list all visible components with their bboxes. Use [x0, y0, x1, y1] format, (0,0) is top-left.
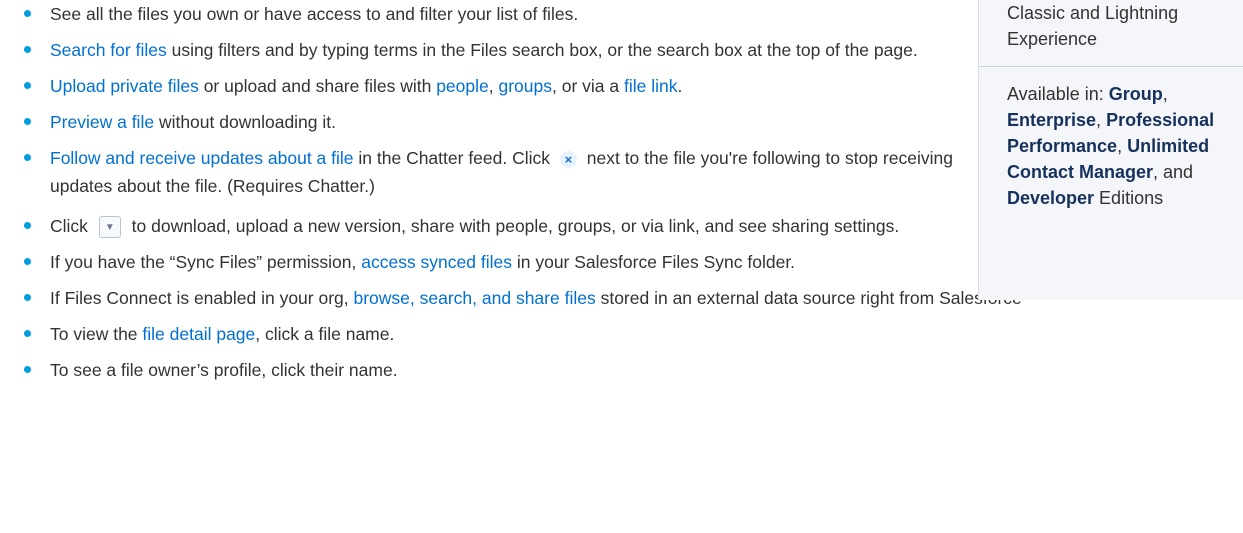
upload-private-files-link[interactable]: Upload private files: [50, 76, 199, 96]
bullet-icon: [24, 330, 31, 337]
list-item: Search for files using filters and by ty…: [24, 36, 954, 64]
list-item: To view the file detail page, click a fi…: [24, 320, 954, 348]
list-item: If you have the “Sync Files” permission,…: [24, 248, 954, 276]
edition-developer: Developer: [1007, 188, 1095, 208]
item-text: stored in an external data source right …: [595, 288, 1022, 308]
item-text: , or via a: [552, 76, 624, 96]
follow-updates-link[interactable]: Follow and receive updates about a file: [50, 148, 354, 168]
bullet-icon: [24, 154, 31, 161]
item-text: To see a file owner’s profile, click the…: [50, 360, 398, 380]
experience-line: Classic and Lightning: [1007, 3, 1179, 23]
item-text: in the Chatter feed. Click: [353, 148, 555, 168]
access-synced-files-link[interactable]: access synced files: [361, 252, 512, 272]
sidebar-editions-note: Available in: Group, Enterprise, Profess…: [979, 67, 1243, 211]
item-text: in your Salesforce Files Sync folder.: [512, 252, 796, 272]
file-detail-page-link[interactable]: file detail page: [142, 324, 255, 344]
list-item: Preview a file without downloading it.: [24, 108, 954, 136]
bullet-icon: [24, 258, 31, 265]
bullet-icon: [24, 294, 31, 301]
chevron-down-icon: ▼: [98, 216, 121, 239]
editions-suffix: Editions: [1094, 188, 1164, 208]
item-text: or upload and share files with: [198, 76, 437, 96]
item-text: ,: [488, 76, 499, 96]
preview-a-file-link[interactable]: Preview a file: [50, 112, 154, 132]
groups-link[interactable]: groups: [499, 76, 553, 96]
edition-enterprise: Enterprise: [1007, 110, 1097, 130]
list-item: Click ▼ to download, upload a new versio…: [24, 212, 954, 240]
item-text: If Files Connect is enabled in your org,: [50, 288, 354, 308]
list-item: To see a file owner’s profile, click the…: [24, 356, 954, 384]
list-item: Upload private files or upload and share…: [24, 72, 954, 100]
experience-line: Experience: [1007, 29, 1098, 49]
edition-professional: Professional: [1106, 110, 1215, 130]
bullet-icon: [24, 118, 31, 125]
edition-unlimited: Unlimited: [1127, 136, 1210, 156]
item-text: to download, upload a new version, share…: [126, 216, 900, 236]
item-text: Click: [50, 216, 93, 236]
bullet-icon: [24, 222, 31, 229]
separator: ,: [1162, 84, 1168, 104]
people-link[interactable]: people: [436, 76, 489, 96]
file-link-link[interactable]: file link: [624, 76, 678, 96]
separator: , and: [1153, 162, 1194, 182]
bullet-icon: [24, 366, 31, 373]
available-label: Available in:: [1007, 84, 1109, 104]
features-list-section: See all the files you own or have access…: [24, 0, 1022, 392]
item-text: If you have the “Sync Files” permission,: [50, 252, 362, 272]
item-text: .: [677, 76, 683, 96]
separator: ,: [1117, 136, 1128, 156]
close-icon: ×: [559, 150, 577, 168]
feature-list: See all the files you own or have access…: [24, 0, 1022, 384]
bullet-icon: [24, 82, 31, 89]
search-for-files-link[interactable]: Search for files: [50, 40, 167, 60]
edition-group: Group: [1108, 84, 1163, 104]
bullet-icon: [24, 10, 31, 17]
edition-contact-manager: Contact Manager: [1007, 162, 1154, 182]
sidebar-experience-note: Classic and Lightning Experience: [979, 0, 1243, 67]
item-text: without downloading it.: [154, 112, 336, 132]
list-item: See all the files you own or have access…: [24, 0, 954, 28]
edition-performance: Performance: [1007, 136, 1118, 156]
list-item: Follow and receive updates about a file …: [24, 144, 954, 200]
separator: ,: [1096, 110, 1107, 130]
item-text: To view the: [50, 324, 143, 344]
item-text: See all the files you own or have access…: [50, 4, 579, 24]
browse-search-share-files-link[interactable]: browse, search, and share files: [354, 288, 596, 308]
list-item: If Files Connect is enabled in your org,…: [24, 284, 1022, 312]
editions-sidebar: Classic and Lightning Experience Availab…: [978, 0, 1243, 300]
bullet-icon: [24, 46, 31, 53]
item-text: , click a file name.: [255, 324, 395, 344]
item-text: using filters and by typing terms in the…: [166, 40, 918, 60]
